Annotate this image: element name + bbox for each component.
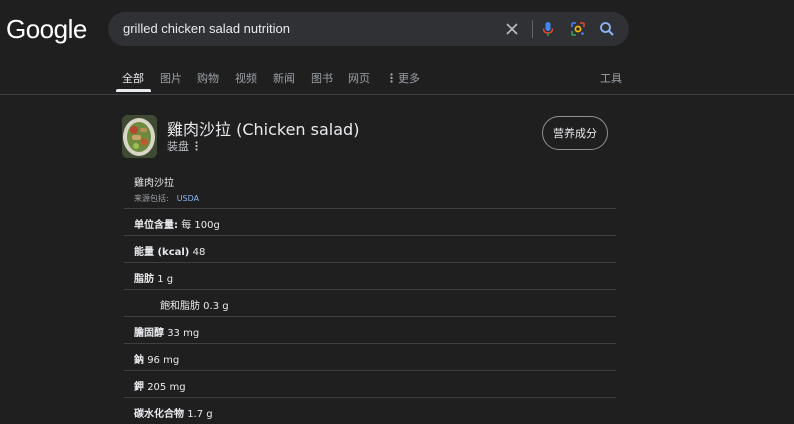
nutrition-label: 脂肪 xyxy=(134,274,154,285)
nutrition-label: 能量 (kcal) xyxy=(134,247,190,258)
nutrition-row: 飽和脂肪 0.3 g xyxy=(124,289,616,316)
usda-link[interactable]: USDA xyxy=(177,194,199,203)
nutrition-label: 膽固醇 xyxy=(134,328,164,339)
nutrition-button[interactable]: 营养成分 xyxy=(542,116,608,150)
nutrition-row: 膽固醇 33 mg xyxy=(124,316,616,343)
nutrition-row: 脂肪 1 g xyxy=(124,262,616,289)
food-subtitle-text: 装盘 xyxy=(167,140,189,153)
search-input[interactable]: grilled chicken salad nutrition xyxy=(123,21,290,36)
nutrition-label: 鉀 xyxy=(134,382,144,393)
food-title: 雞肉沙拉 (Chicken salad) xyxy=(167,120,360,139)
nutrition-value: 1.7 g xyxy=(187,409,213,420)
nutrition-row: 能量 (kcal) 48 xyxy=(124,235,616,262)
microphone-icon[interactable] xyxy=(540,21,556,37)
nutrition-value: 33 mg xyxy=(167,328,200,339)
tab-all[interactable]: 全部 xyxy=(122,70,144,86)
tab-web[interactable]: 网页 xyxy=(348,70,370,86)
search-divider xyxy=(532,20,533,38)
source-food-name: 雞肉沙拉 xyxy=(134,178,174,189)
tab-more[interactable]: 更多 xyxy=(390,70,420,86)
food-thumbnail[interactable] xyxy=(122,115,157,158)
active-tab-indicator xyxy=(116,89,151,92)
lens-icon[interactable] xyxy=(570,21,586,37)
nutrition-label: 单位含量: xyxy=(134,220,178,231)
nutrition-value: 48 xyxy=(192,247,206,258)
nutrition-row: 鈉 96 mg xyxy=(124,343,616,370)
nutrition-value: 飽和脂肪 0.3 g xyxy=(160,301,229,312)
tab-more-label: 更多 xyxy=(398,72,420,85)
tab-images[interactable]: 图片 xyxy=(160,70,182,86)
tab-books[interactable]: 图书 xyxy=(311,70,333,86)
nutrition-value: 每 100g xyxy=(181,220,220,231)
nutrition-label: 碳水化合物 xyxy=(134,409,184,420)
google-logo[interactable]: Google xyxy=(6,14,87,45)
nutrition-row: 单位含量: 每 100g xyxy=(124,208,616,235)
nutrition-label: 鈉 xyxy=(134,355,144,366)
clear-icon[interactable] xyxy=(504,21,520,37)
food-subtitle: 装盘 xyxy=(167,138,198,154)
source-prefix: 来源包括: xyxy=(134,194,169,203)
source-line: 来源包括: USDA xyxy=(134,193,199,204)
nutrition-table: 单位含量: 每 100g 能量 (kcal) 48 脂肪 1 g 飽和脂肪 0.… xyxy=(124,208,616,424)
nutrition-row: 碳水化合物 1.7 g xyxy=(124,397,616,424)
tools-button[interactable]: 工具 xyxy=(600,70,622,86)
nutrition-row: 鉀 205 mg xyxy=(124,370,616,397)
nutrition-value: 205 mg xyxy=(147,382,186,393)
tab-videos[interactable]: 视频 xyxy=(235,70,257,86)
kebab-icon[interactable] xyxy=(195,140,198,154)
tab-shopping[interactable]: 购物 xyxy=(197,70,219,86)
search-box[interactable]: grilled chicken salad nutrition xyxy=(108,12,629,46)
nutrition-value: 1 g xyxy=(157,274,174,285)
tab-news[interactable]: 新闻 xyxy=(273,70,295,86)
nutrition-value: 96 mg xyxy=(147,355,180,366)
more-icon xyxy=(390,72,393,86)
search-icon[interactable] xyxy=(599,21,615,37)
search-tabs: 全部 图片 购物 视频 新闻 图书 网页 更多 工具 xyxy=(0,62,794,95)
